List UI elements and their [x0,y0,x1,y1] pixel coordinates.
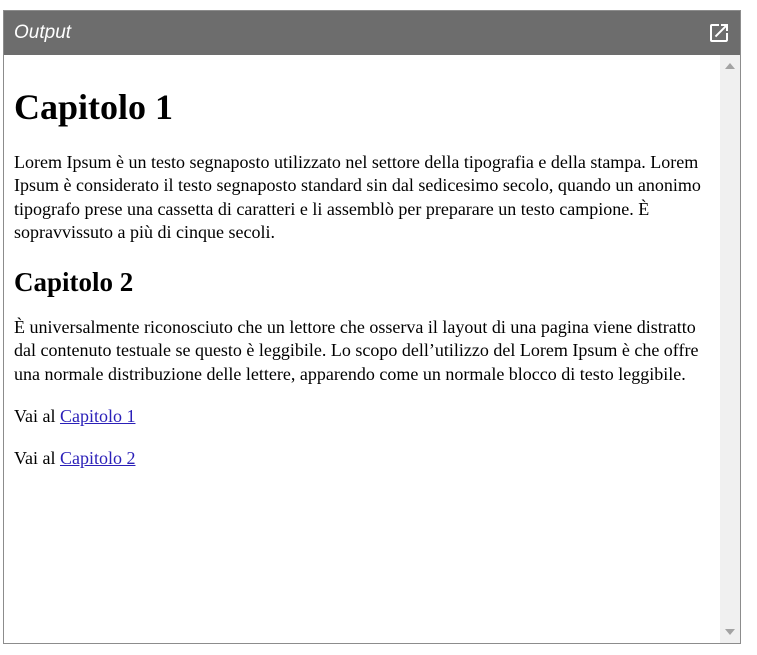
scroll-up-arrow-icon[interactable] [725,63,735,69]
output-panel: Output Capitolo 1 Lorem Ipsum è un testo… [3,10,741,644]
output-title: Output [14,22,72,43]
scroll-down-arrow-icon[interactable] [725,629,735,635]
nav-line-chapter-2: Vai al Capitolo 2 [14,447,710,470]
open-in-new-icon [710,24,728,42]
chapter-2-heading: Capitolo 2 [14,267,134,298]
document-body: Capitolo 1 Lorem Ipsum è un testo segnap… [4,55,720,643]
chapter-2-paragraph: È universalmente riconosciuto che un let… [14,317,699,384]
link-chapter-1[interactable]: Capitolo 1 [60,406,136,426]
output-titlebar: Output [4,11,740,55]
nav-prefix: Vai al [14,448,56,469]
vertical-scrollbar[interactable] [720,55,740,643]
nav-line-chapter-1: Vai al Capitolo 1 [14,405,710,428]
open-in-new-window-button[interactable] [706,20,732,46]
nav-prefix: Vai al [14,406,56,427]
chapter-1-paragraph: Lorem Ipsum è un testo segnaposto utiliz… [14,152,701,242]
link-chapter-2[interactable]: Capitolo 2 [60,448,136,468]
chapter-1-heading: Capitolo 1 [14,87,174,127]
output-content-area: Capitolo 1 Lorem Ipsum è un testo segnap… [4,55,740,643]
